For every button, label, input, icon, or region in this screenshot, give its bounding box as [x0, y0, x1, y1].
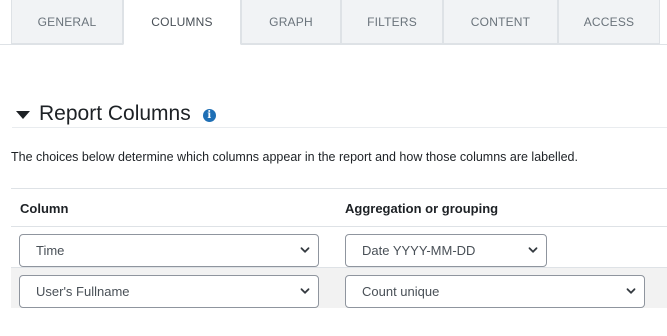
tab-columns[interactable]: COLUMNS: [123, 0, 241, 45]
chevron-down-icon: [528, 246, 538, 253]
aggregation-select-value: Count unique: [362, 284, 440, 299]
caret-down-icon[interactable]: [16, 111, 30, 119]
aggregation-select[interactable]: Date YYYY-MM-DD: [345, 234, 547, 267]
column-select-value: User's Fullname: [36, 284, 130, 299]
tab-filters[interactable]: FILTERS: [341, 0, 443, 44]
tab-bar-divider: [0, 44, 667, 45]
chevron-down-icon: [626, 287, 636, 294]
table-row: Time Date YYYY-MM-DD: [11, 226, 667, 267]
section-heading: Report Columns i: [16, 100, 216, 128]
aggregation-select-value: Date YYYY-MM-DD: [362, 243, 476, 258]
chevron-down-icon: [300, 287, 310, 294]
columns-table: Column Aggregation or grouping Time Date…: [11, 188, 667, 308]
column-header: Column: [20, 201, 69, 216]
chevron-down-icon: [300, 246, 310, 253]
info-circle-icon[interactable]: i: [202, 109, 216, 122]
column-select[interactable]: Time: [19, 234, 319, 267]
column-select[interactable]: User's Fullname: [19, 275, 319, 308]
tab-content[interactable]: CONTENT: [443, 0, 558, 44]
section-description: The choices below determine which column…: [11, 150, 578, 164]
column-select-value: Time: [36, 243, 65, 258]
section-title: Report Columns: [39, 102, 191, 125]
tab-graph[interactable]: GRAPH: [241, 0, 341, 44]
aggregation-header: Aggregation or grouping: [345, 201, 499, 216]
section-divider: [12, 127, 667, 128]
table-header-row: Column Aggregation or grouping: [11, 188, 667, 226]
tab-access[interactable]: ACCESS: [558, 0, 660, 44]
tab-bar: GENERAL COLUMNS GRAPH FILTERS CONTENT AC…: [0, 0, 667, 45]
tab-general[interactable]: GENERAL: [11, 0, 123, 44]
table-row: User's Fullname Count unique: [11, 267, 667, 308]
aggregation-select[interactable]: Count unique: [345, 275, 645, 308]
report-builder-page: GENERAL COLUMNS GRAPH FILTERS CONTENT AC…: [0, 0, 667, 336]
